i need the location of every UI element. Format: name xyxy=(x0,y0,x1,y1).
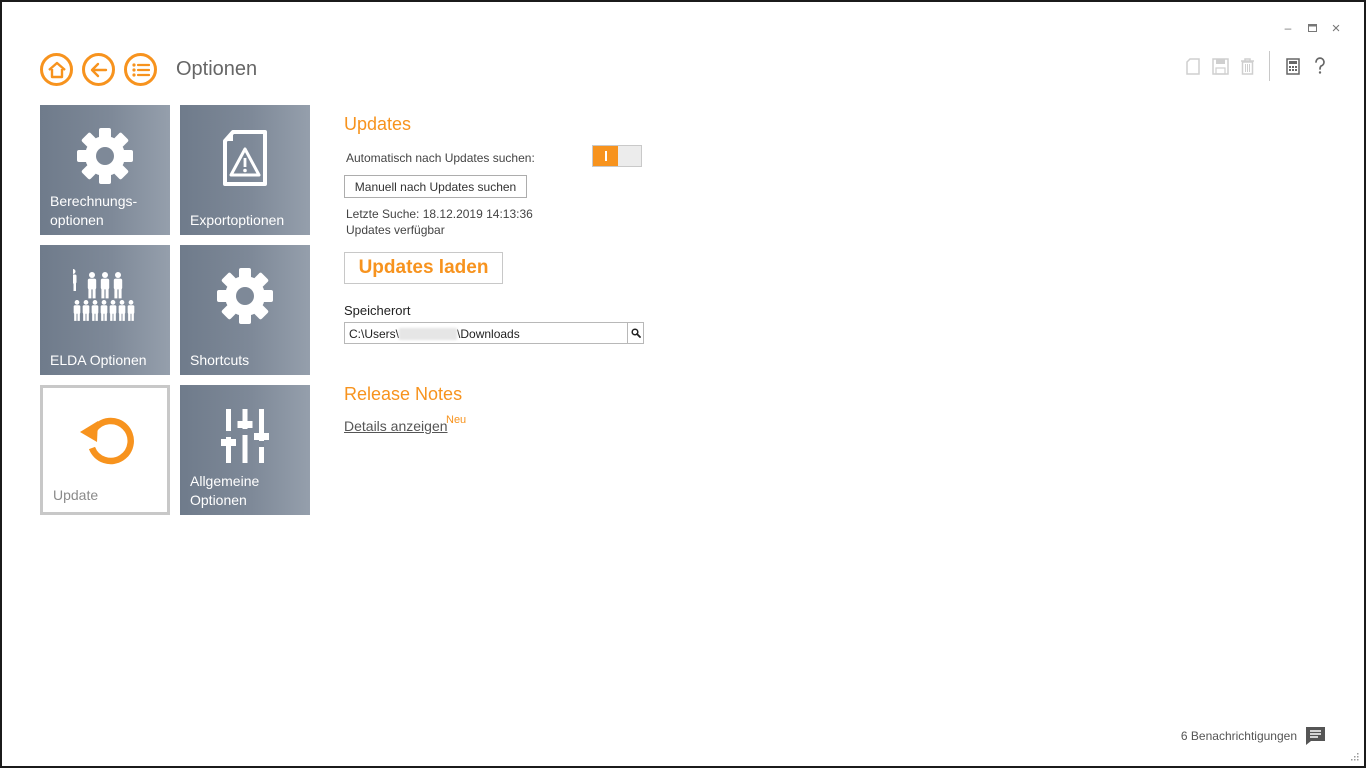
path-suffix: \Downloads xyxy=(457,327,520,341)
storage-label: Speicherort xyxy=(344,303,411,318)
tile-allgemeine-optionen[interactable]: Allgemeine Optionen xyxy=(180,385,310,515)
sliders-icon xyxy=(221,409,269,463)
save-button[interactable] xyxy=(1210,55,1230,77)
tile-label: Shortcuts xyxy=(190,352,250,368)
calculator-button[interactable] xyxy=(1283,55,1303,77)
toolbar-divider xyxy=(1269,51,1270,81)
tile-exportoptionen[interactable]: Exportoptionen xyxy=(180,105,310,235)
help-icon xyxy=(1315,57,1325,74)
tile-label: Berechnungs- optionen xyxy=(50,193,138,228)
tile-label: Update xyxy=(53,487,99,503)
tile-shortcuts[interactable]: Shortcuts xyxy=(180,245,310,375)
toolbar xyxy=(1176,51,1330,81)
tile-label: Allgemeine Optionen xyxy=(190,473,260,508)
arrow-left-icon xyxy=(90,62,107,77)
gear-icon xyxy=(77,128,133,184)
page-title: Optionen xyxy=(176,58,258,80)
chat-icon xyxy=(1306,727,1325,745)
close-button[interactable]: × xyxy=(1330,20,1342,37)
tile-berechnungsoptionen[interactable]: Berechnungs- optionen xyxy=(40,105,170,235)
release-notes-heading: Release Notes xyxy=(344,384,463,404)
tile-label: Exportoptionen xyxy=(190,212,285,228)
minimize-button[interactable]: – xyxy=(1282,21,1294,35)
last-search-text: Letzte Suche: 18.12.2019 14:13:36 xyxy=(346,207,533,221)
save-icon xyxy=(1211,57,1229,75)
load-updates-button[interactable]: Updates laden xyxy=(344,252,503,284)
refresh-icon xyxy=(80,417,134,465)
update-status-text: Updates verfügbar xyxy=(346,223,445,237)
new-document-icon xyxy=(1186,57,1200,75)
gear-icon xyxy=(217,268,273,324)
auto-update-toggle[interactable] xyxy=(592,145,642,167)
maximize-icon xyxy=(1307,24,1317,32)
notifications-label: 6 Benachrichtigungen xyxy=(1180,729,1297,743)
window-controls: – × xyxy=(1282,20,1342,37)
resize-grip-icon[interactable] xyxy=(1351,753,1359,761)
new-document-button[interactable] xyxy=(1183,55,1203,77)
home-icon xyxy=(47,61,66,78)
details-link[interactable]: Details anzeigen xyxy=(344,418,448,434)
app-window: – × Optionen Berechnungs- optionen Expor… xyxy=(0,0,1366,768)
calculator-icon xyxy=(1286,57,1300,75)
maximize-button[interactable] xyxy=(1306,22,1318,34)
auto-update-label: Automatisch nach Updates suchen: xyxy=(346,151,535,165)
trash-icon xyxy=(1240,57,1254,75)
toggle-knob xyxy=(593,146,618,166)
updates-heading: Updates xyxy=(344,114,412,134)
storage-path-input[interactable]: C:\Users\ \Downloads xyxy=(344,322,644,344)
manual-update-button[interactable]: Manuell nach Updates suchen xyxy=(344,175,527,198)
redacted-username xyxy=(399,328,458,340)
help-button[interactable] xyxy=(1310,55,1330,77)
tile-elda-optionen[interactable]: ELDA Optionen xyxy=(40,245,170,375)
people-icon xyxy=(73,269,135,321)
browse-button[interactable] xyxy=(627,323,643,343)
tile-update[interactable]: Update xyxy=(40,385,170,515)
new-badge: Neu xyxy=(446,414,467,426)
delete-button[interactable] xyxy=(1237,55,1257,77)
search-icon xyxy=(630,328,641,338)
document-warning-icon xyxy=(223,130,267,186)
notifications[interactable]: 6 Benachrichtigungen xyxy=(1181,726,1326,746)
list-icon xyxy=(131,62,150,77)
back-button[interactable] xyxy=(82,53,115,86)
tile-label: ELDA Optionen xyxy=(50,352,147,368)
menu-button[interactable] xyxy=(124,53,157,86)
path-prefix: C:\Users\ xyxy=(349,327,400,341)
home-button[interactable] xyxy=(40,53,73,86)
